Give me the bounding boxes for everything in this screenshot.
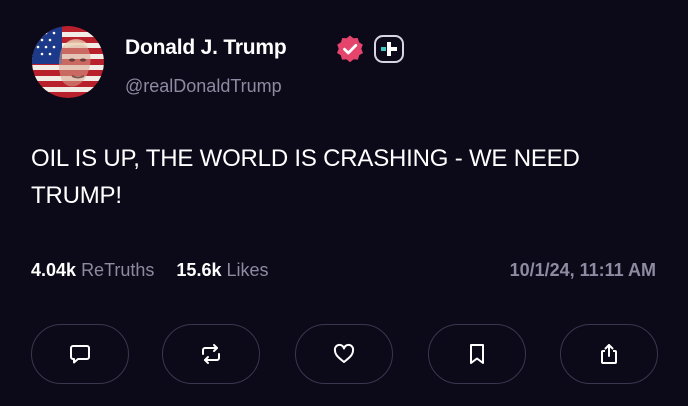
avatar[interactable]: [32, 26, 104, 98]
plus-badge-icon: [374, 35, 404, 63]
likes-count: 15.6k: [176, 260, 222, 280]
post-timestamp: 10/1/24, 11:11 AM: [509, 260, 656, 280]
retruths-stat[interactable]: 4.04k ReTruths: [31, 260, 154, 280]
author-handle[interactable]: @realDonaldTrump: [125, 76, 282, 97]
bookmark-button[interactable]: [428, 324, 526, 384]
retruths-count: 4.04k: [31, 260, 77, 280]
comment-icon: [70, 345, 90, 364]
verified-badge-icon: [337, 35, 363, 63]
likes-stat[interactable]: 15.6k Likes: [176, 260, 268, 280]
post-text: OIL IS UP, THE WORLD IS CRASHING - WE NE…: [31, 145, 580, 209]
share-button[interactable]: [560, 324, 658, 384]
reply-button[interactable]: [31, 324, 129, 384]
share-icon: [601, 344, 617, 364]
avatar-flag-portrait-image: [32, 26, 104, 98]
retruths-label: ReTruths: [81, 260, 155, 280]
bookmark-icon: [470, 344, 484, 364]
author-display-name[interactable]: Donald J. Trump: [125, 36, 287, 60]
like-button[interactable]: [295, 324, 393, 384]
truth-post-card: Donald J. Trump @realDonaldTrump OIL IS …: [0, 0, 688, 406]
retruth-button[interactable]: [162, 324, 260, 384]
post-stats: 4.04k ReTruths 15.6k Likes: [31, 260, 269, 281]
repost-icon: [202, 344, 220, 364]
likes-label: Likes: [226, 260, 269, 280]
heart-icon: [333, 343, 355, 363]
